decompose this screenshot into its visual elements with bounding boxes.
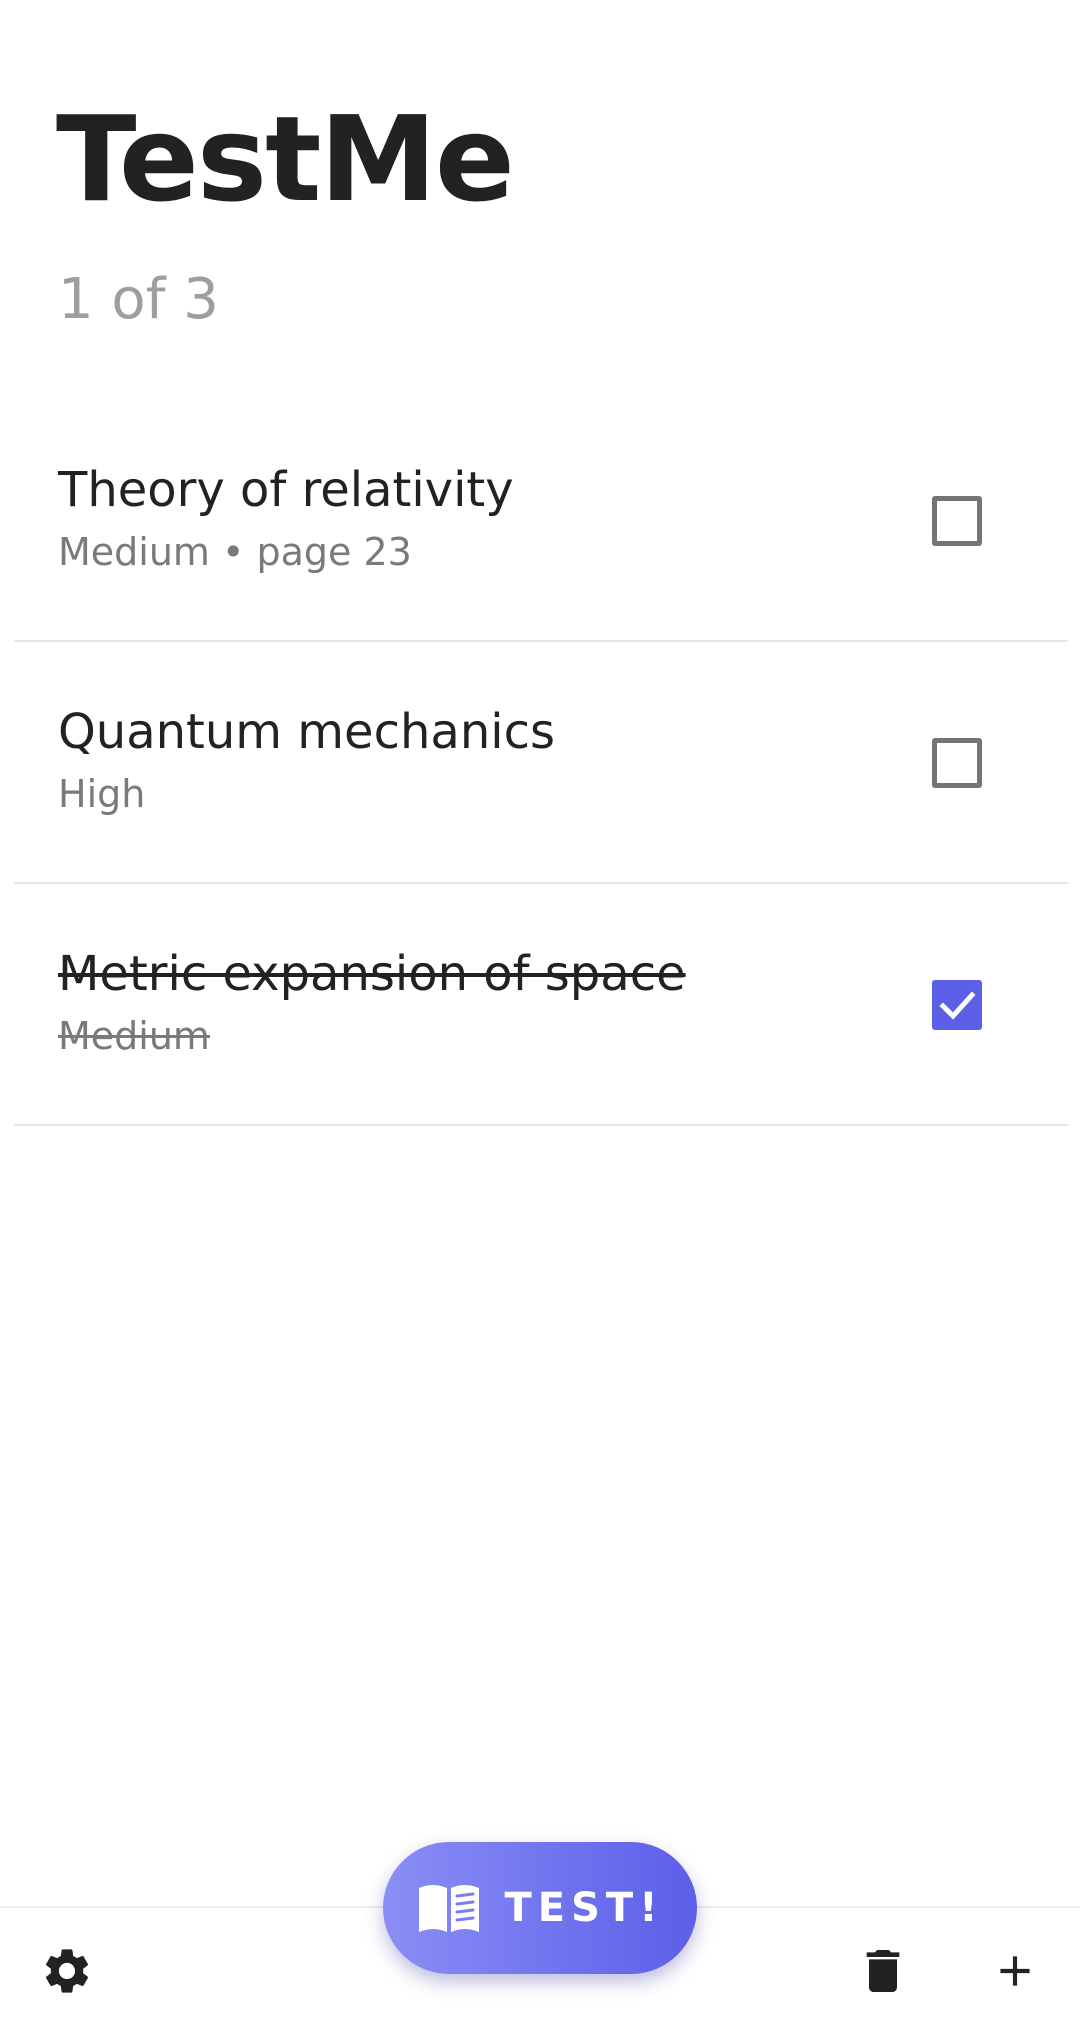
task-meta: Medium • page 23 [58,530,412,574]
task-checkbox[interactable] [932,496,982,546]
app-title: TestMe [56,90,515,228]
settings-button[interactable] [22,1928,112,2018]
test-fab-label: TEST! [504,1885,664,1931]
task-list: Theory of relativity Medium • page 23 Qu… [14,400,1068,1126]
add-button[interactable] [970,1928,1060,2018]
trash-icon [855,1943,911,2003]
book-icon [417,1880,481,1936]
task-row[interactable]: Metric expansion of space Medium [14,884,1068,1126]
progress-counter: 1 of 3 [58,267,219,332]
task-checkbox[interactable] [932,738,982,788]
task-meta: High [58,772,146,816]
task-row[interactable]: Theory of relativity Medium • page 23 [14,400,1068,642]
task-row[interactable]: Quantum mechanics High [14,642,1068,884]
task-title: Theory of relativity [58,462,514,518]
gear-icon [40,1944,94,2002]
test-fab-button[interactable]: TEST! [383,1842,697,1974]
task-checkbox[interactable] [932,980,982,1030]
delete-button[interactable] [838,1928,928,2018]
task-title: Quantum mechanics [58,704,555,760]
plus-icon [990,1946,1040,2000]
task-meta: Medium [58,1014,210,1058]
task-title: Metric expansion of space [58,946,686,1002]
